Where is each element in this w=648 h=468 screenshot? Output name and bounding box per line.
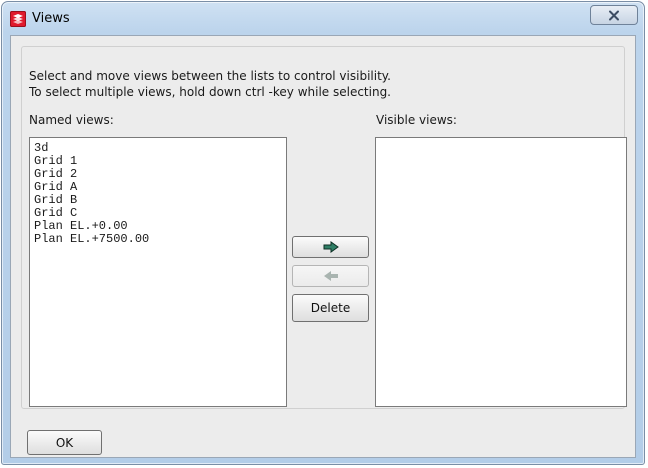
title-bar[interactable]: Views — [2, 2, 644, 36]
move-to-named-button[interactable] — [292, 265, 369, 287]
close-icon — [609, 10, 619, 20]
move-to-visible-button[interactable] — [292, 236, 369, 258]
visible-views-list[interactable] — [375, 137, 627, 407]
delete-button-label: Delete — [310, 301, 351, 315]
ok-button[interactable]: OK — [27, 430, 102, 455]
arrow-left-icon — [323, 271, 338, 281]
views-dialog: Views Select and move views between the … — [1, 1, 645, 465]
named-view-item[interactable]: Plan EL.+7500.00 — [30, 233, 286, 246]
named-views-list[interactable]: 3d Grid 1 Grid 2 Grid A Grid B Grid C Plan EL.… — [29, 137, 287, 407]
instruction-line-2: To select multiple views, hold down ctrl… — [29, 85, 391, 99]
arrow-right-icon — [323, 241, 339, 253]
named-views-label: Named views: — [29, 113, 114, 127]
ok-button-label: OK — [55, 435, 74, 450]
window-title: Views — [32, 11, 70, 26]
close-button[interactable] — [590, 5, 638, 25]
app-icon — [10, 11, 26, 27]
instruction-line-1: Select and move views between the lists … — [29, 69, 391, 83]
delete-button[interactable]: Delete — [292, 294, 369, 322]
dialog-body: Select and move views between the lists … — [10, 35, 636, 458]
visible-views-label: Visible views: — [376, 113, 457, 127]
